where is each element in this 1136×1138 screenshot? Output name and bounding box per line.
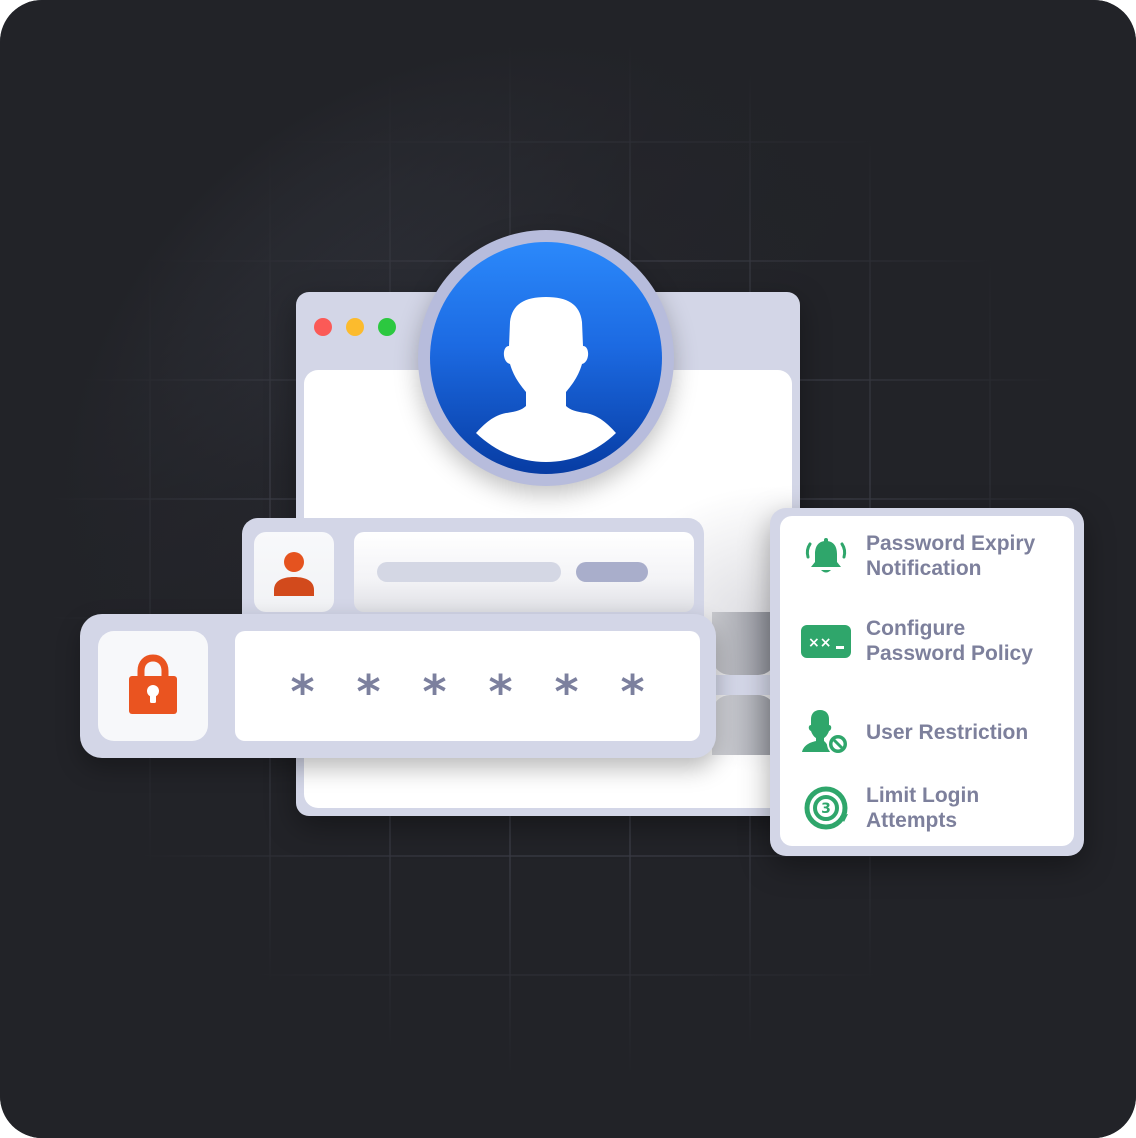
connector-shadow-top bbox=[712, 612, 776, 675]
username-field bbox=[242, 518, 704, 618]
user-icon bbox=[274, 552, 314, 596]
connector-shadow-bottom bbox=[712, 695, 776, 755]
illustration-background: * * * * * * Password Expiry Notification… bbox=[0, 0, 1136, 1138]
feature-label-line1: User Restriction bbox=[866, 720, 1029, 744]
feature-label-line2: Password Policy bbox=[866, 642, 1033, 665]
masked-char: * bbox=[422, 665, 447, 719]
feature-label-line1: Limit Login bbox=[866, 784, 980, 807]
retry-three-icon: 3 bbox=[800, 782, 852, 834]
feature-limit-login-attempts[interactable]: 3 Limit Login Attempts bbox=[800, 782, 1070, 834]
connector-bar bbox=[712, 675, 776, 695]
window-maximize-button[interactable] bbox=[378, 318, 396, 336]
bell-icon bbox=[800, 530, 852, 582]
username-input[interactable] bbox=[354, 532, 694, 612]
user-silhouette-icon bbox=[476, 297, 616, 462]
window-close-button[interactable] bbox=[314, 318, 332, 336]
masked-char: * bbox=[356, 665, 381, 719]
username-icon-box bbox=[254, 532, 334, 612]
user-blocked-icon bbox=[800, 706, 852, 758]
feature-password-expiry[interactable]: Password Expiry Notification bbox=[800, 530, 1070, 582]
username-action-placeholder[interactable] bbox=[576, 562, 648, 582]
masked-char: * bbox=[488, 665, 513, 719]
password-input[interactable]: * * * * * * bbox=[235, 631, 700, 741]
masked-char: * bbox=[290, 665, 315, 719]
svg-text:××: ×× bbox=[808, 635, 831, 651]
username-text-placeholder bbox=[377, 562, 561, 582]
svg-text:3: 3 bbox=[821, 801, 831, 817]
password-field: * * * * * * bbox=[80, 614, 716, 758]
window-minimize-button[interactable] bbox=[346, 318, 364, 336]
masked-char: * bbox=[554, 665, 579, 719]
feature-label-line1: Configure bbox=[866, 617, 966, 640]
feature-label-line1: Password Expiry bbox=[866, 532, 1036, 555]
feature-label-line2: Attempts bbox=[866, 809, 958, 832]
avatar-circle bbox=[430, 242, 662, 474]
feature-password-policy[interactable]: ×× Configure Password Policy bbox=[800, 615, 1070, 667]
password-terminal-icon: ×× bbox=[800, 615, 852, 667]
masked-char: * bbox=[620, 665, 645, 719]
password-icon-box bbox=[98, 631, 208, 741]
features-list: Password Expiry Notification ×× Configur… bbox=[780, 516, 1074, 846]
feature-user-restriction[interactable]: User Restriction bbox=[800, 706, 1070, 758]
features-panel: Password Expiry Notification ×× Configur… bbox=[770, 508, 1084, 856]
feature-label-line2: Notification bbox=[866, 557, 982, 580]
lock-icon bbox=[129, 654, 177, 714]
avatar bbox=[418, 230, 674, 486]
